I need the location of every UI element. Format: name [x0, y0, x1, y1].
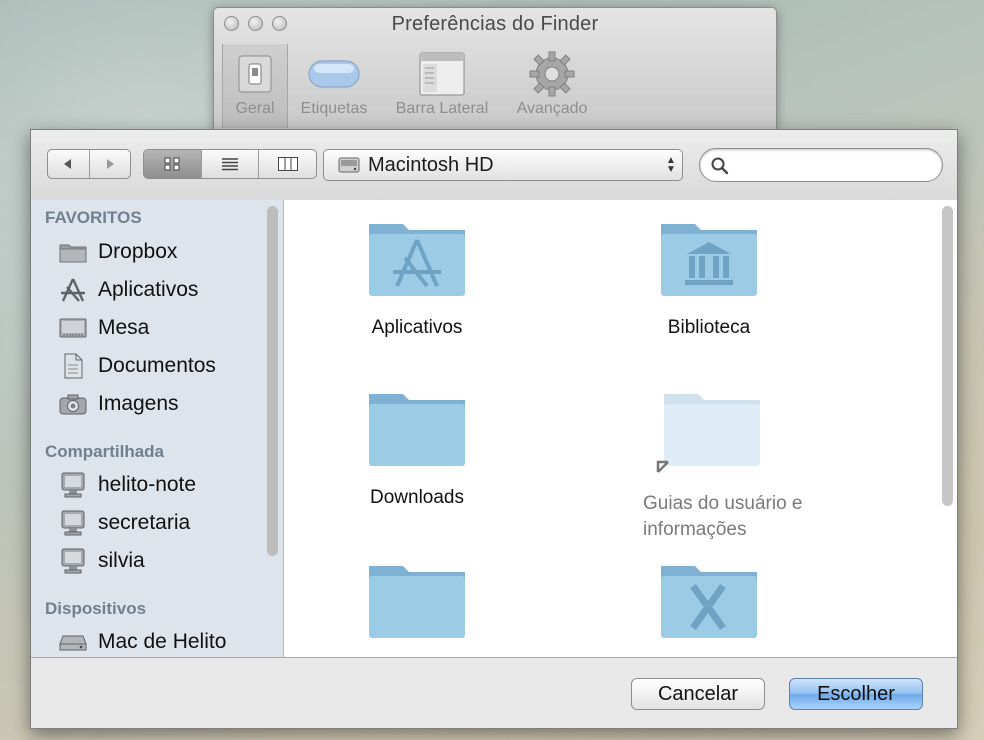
back-arrow-icon [64, 159, 72, 169]
tab-barra-lateral[interactable]: Barra Lateral [386, 48, 498, 118]
sidebar-item-label: secretaria [98, 511, 191, 534]
dialog-footer: Cancelar Escolher [31, 657, 957, 728]
folder-label: Aplicativos [371, 317, 463, 338]
sidebar-item-label: helito-note [98, 473, 197, 496]
sidebar-item-helito-note[interactable]: helito-note [59, 470, 196, 500]
sidebar-item-silvia[interactable]: silvia [59, 546, 145, 576]
tab-avancado[interactable]: Avançado [506, 48, 598, 118]
sidebar-item-label: Aplicativos [98, 278, 199, 301]
location-label: Macintosh HD [368, 153, 494, 176]
computer-icon [59, 548, 87, 574]
choose-button[interactable]: Escolher [789, 678, 923, 710]
sidebar-header-compartilhada: Compartilhada [45, 442, 165, 461]
folder-item-biblioteca[interactable]: Biblioteca [609, 214, 809, 341]
dialog-toolbar: Macintosh HD ▲ ▼ [31, 130, 957, 201]
content-scrollbar[interactable] [942, 206, 953, 506]
sidebar-header-dispositivos: Dispositivos [45, 599, 147, 618]
sidebar-item-mesa[interactable]: Mesa [59, 313, 149, 343]
folder-icon [369, 394, 465, 466]
sidebar-item-documentos[interactable]: Documentos [59, 351, 216, 381]
folder-item-unnamed[interactable] [317, 556, 517, 645]
system-folder-icon [661, 566, 757, 638]
sidebar-item-mac-de-helito[interactable]: Mac de Helito [59, 627, 226, 657]
sidebar-icon [386, 48, 498, 100]
sidebar-scrollbar[interactable] [267, 206, 278, 556]
sidebar-item-label: Mesa [98, 316, 150, 339]
folder-item-downloads[interactable]: Downloads [317, 384, 517, 511]
column-view-button[interactable] [259, 150, 316, 178]
hard-drive-icon [59, 629, 87, 655]
tab-geral[interactable]: Geral [222, 44, 288, 128]
sidebar-item-aplicativos[interactable]: Aplicativos [59, 275, 198, 305]
forward-button[interactable] [90, 150, 131, 178]
search-input[interactable] [738, 154, 932, 178]
tab-avancado-label: Avançado [516, 100, 588, 117]
file-browser: Aplicativos Biblioteca Downloads Guias d… [284, 200, 957, 658]
view-mode-buttons [143, 149, 317, 179]
columns-icon [277, 157, 298, 171]
sidebar-header-favoritos: FAVORITOS [45, 208, 142, 227]
alias-folder-icon [656, 394, 760, 473]
tab-etiquetas-label: Etiquetas [300, 100, 368, 117]
list-icon [222, 158, 238, 171]
sidebar-item-label: Mac de Helito [98, 630, 227, 653]
hard-drive-icon [338, 157, 360, 173]
document-icon [59, 353, 87, 379]
folder-label: Biblioteca [667, 317, 751, 338]
location-popup[interactable]: Macintosh HD ▲ ▼ [323, 149, 683, 181]
search-icon [711, 157, 729, 175]
camera-icon [59, 391, 87, 417]
search-field[interactable] [699, 148, 943, 182]
folder-item-aplicativos[interactable]: Aplicativos [317, 214, 517, 341]
window-title: Preferências do Finder [391, 13, 599, 35]
library-folder-icon [661, 224, 757, 296]
folder-item-system[interactable] [609, 556, 809, 645]
navigation-buttons [47, 149, 131, 179]
sidebar-item-secretaria[interactable]: secretaria [59, 508, 190, 538]
folder-icon [369, 566, 465, 638]
icon-grid-icon [164, 157, 180, 171]
sidebar-item-label: Imagens [98, 392, 179, 415]
finder-preferences-window: Preferências do Finder Geral Etiquetas B… [213, 7, 777, 130]
sidebar-item-label: Documentos [98, 354, 216, 377]
computer-icon [59, 472, 87, 498]
tab-barra-lateral-label: Barra Lateral [395, 100, 489, 117]
applications-icon [59, 277, 87, 303]
label-pill-icon [292, 48, 376, 100]
folder-item-guias[interactable]: Guias do usuário e informações [609, 384, 809, 543]
applications-folder-icon [369, 224, 465, 296]
back-button[interactable] [48, 150, 90, 178]
cancel-button[interactable]: Cancelar [631, 678, 765, 710]
folder-icon [59, 239, 87, 265]
folder-label: Downloads [370, 487, 464, 508]
choose-folder-dialog: Macintosh HD ▲ ▼ FAVORITOS Dropbox Aplica… [30, 129, 958, 729]
sidebar: FAVORITOS Dropbox Aplicativos Mesa Docum… [31, 200, 284, 658]
tab-geral-label: Geral [235, 100, 275, 117]
tab-etiquetas[interactable]: Etiquetas [292, 48, 376, 118]
list-view-button[interactable] [202, 150, 260, 178]
updown-arrows-icon: ▲ ▼ [666, 155, 676, 175]
sidebar-item-label: silvia [98, 549, 145, 572]
sidebar-item-imagens[interactable]: Imagens [59, 389, 179, 419]
sidebar-item-label: Dropbox [98, 240, 178, 263]
sidebar-item-dropbox[interactable]: Dropbox [59, 237, 177, 267]
folder-label: Guias do usuário e informações [643, 493, 803, 540]
icon-view-button[interactable] [144, 150, 202, 178]
switch-icon [223, 48, 287, 100]
computer-icon [59, 510, 87, 536]
desktop-icon [59, 315, 87, 341]
gear-icon [506, 48, 598, 100]
forward-arrow-icon [106, 159, 114, 169]
